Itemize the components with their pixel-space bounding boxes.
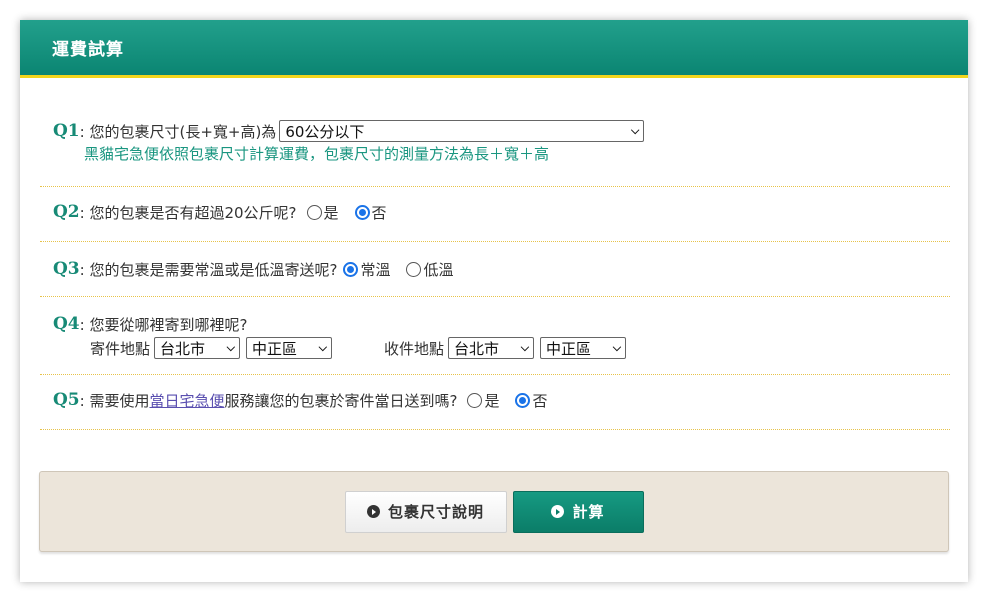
size-guide-label: 包裹尺寸說明 [387,503,484,521]
question-text: : 您要從哪裡寄到哪裡呢? [79,315,248,334]
option-label: 是 [484,391,500,410]
option-label: 常溫 [360,260,391,279]
size-note: 黑貓宅急便依照包裹尺寸計算運費，包裹尺寸的測量方法為長＋寬＋高 [84,144,550,163]
chevron-down-icon: ⌵ [612,341,622,354]
option-label: 否 [371,203,387,222]
radio-no[interactable] [354,204,370,220]
card-header: 運費試算 [20,20,968,78]
receiver-city-select[interactable]: 台北市 ⌵ [448,337,535,359]
receiver-district-select[interactable]: 中正區 ⌵ [540,337,627,359]
option-label: 低溫 [423,260,454,279]
same-day-delivery-link[interactable]: 當日宅急便 [149,390,224,411]
receiver-district-value: 中正區 [546,339,592,358]
sender-district-value: 中正區 [252,339,298,358]
temp-option-normal[interactable]: 常溫 [343,259,390,280]
question-number: Q3 [53,259,80,279]
question-text-before: : 需要使用 [79,391,150,410]
sender-city-value: 台北市 [160,339,206,358]
question-text-after: 服務讓您的包裹於寄件當日送到嗎? [224,391,458,410]
question-q4: Q4 : 您要從哪裡寄到哪裡呢? 寄件地點 台北市 ⌵ 中正區 ⌵ 收件地點 台… [40,297,950,375]
action-bar: 包裹尺寸說明 計算 [39,471,949,552]
option-label: 是 [323,203,339,222]
chevron-down-icon: ⌵ [630,124,640,137]
question-q3: Q3 : 您的包裹是需要常溫或是低溫寄送呢? 常溫 低溫 [40,242,950,297]
weight-option-yes[interactable]: 是 [306,202,339,223]
shipping-calculator-card: 運費試算 Q1 : 您的包裹尺寸(長+寬+高)為 60公分以下 ⌵ 黑貓宅急便依… [20,20,968,582]
radio-yes[interactable] [467,392,483,408]
calculate-button[interactable]: 計算 [512,490,644,533]
temp-option-low[interactable]: 低溫 [406,259,453,280]
sameday-option-yes[interactable]: 是 [467,390,499,411]
receiver-city-value: 台北市 [454,339,500,358]
sender-label: 寄件地點 [90,339,151,358]
question-q1: Q1 : 您的包裹尺寸(長+寬+高)為 60公分以下 ⌵ 黑貓宅急便依照包裹尺寸… [40,81,950,187]
question-text: : 您的包裹尺寸(長+寬+高)為 [79,122,277,141]
package-size-select[interactable]: 60公分以下 ⌵ [279,120,645,142]
question-text: : 您的包裹是需要常溫或是低溫寄送呢? [79,260,338,279]
play-circle-icon [551,505,565,518]
question-q2: Q2 : 您的包裹是否有超過20公斤呢? 是 否 [40,187,950,242]
radio-low-temp[interactable] [406,261,422,277]
chevron-down-icon: ⌵ [318,341,328,354]
option-label: 否 [532,391,548,410]
chevron-down-icon: ⌵ [520,341,530,354]
sameday-option-no[interactable]: 否 [515,390,547,411]
radio-no[interactable] [515,392,531,408]
package-size-value: 60公分以下 [285,122,365,141]
question-number: Q2 [53,202,80,222]
sender-district-select[interactable]: 中正區 ⌵ [246,337,333,359]
play-circle-icon [366,505,380,518]
chevron-down-icon: ⌵ [226,341,236,354]
radio-yes[interactable] [306,204,322,220]
question-number: Q4 [53,314,80,334]
question-q5: Q5 : 需要使用 當日宅急便 服務讓您的包裹於寄件當日送到嗎? 是 否 [40,375,950,430]
sender-city-select[interactable]: 台北市 ⌵ [154,337,241,359]
receiver-label: 收件地點 [384,339,445,358]
page-title: 運費試算 [52,40,124,60]
question-list: Q1 : 您的包裹尺寸(長+寬+高)為 60公分以下 ⌵ 黑貓宅急便依照包裹尺寸… [40,81,950,430]
radio-normal-temp[interactable] [343,261,359,277]
weight-option-no[interactable]: 否 [354,202,387,223]
size-guide-button[interactable]: 包裹尺寸說明 [344,490,507,533]
question-number: Q5 [53,390,80,410]
calculate-label: 計算 [572,503,605,521]
question-text: : 您的包裹是否有超過20公斤呢? [79,203,297,222]
question-number: Q1 [53,121,80,141]
